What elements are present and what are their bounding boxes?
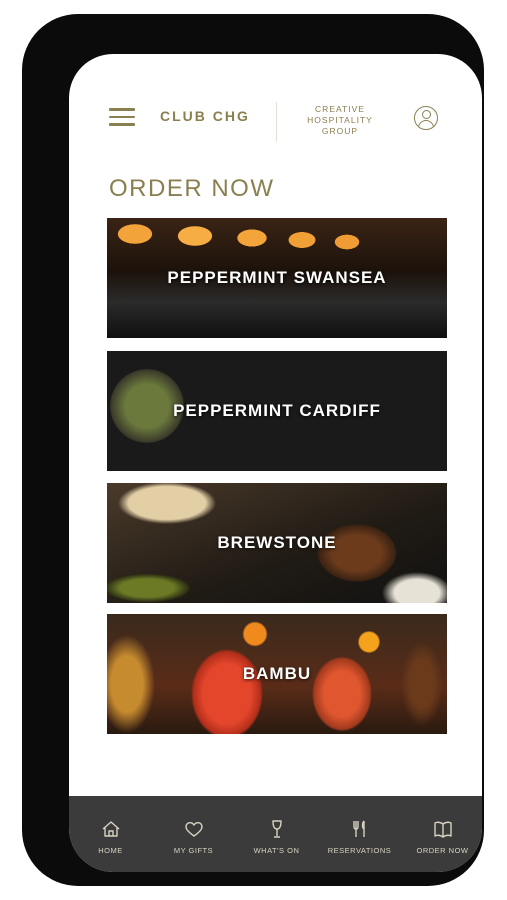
- group-logo-line: HOSPITALITY: [307, 115, 373, 125]
- page-title: ORDER NOW: [109, 175, 275, 202]
- heart-icon: [184, 822, 203, 837]
- hamburger-menu-icon[interactable]: [109, 108, 135, 126]
- nav-item-reservations[interactable]: RESERVATIONS: [318, 796, 401, 872]
- venue-label: BAMBU: [242, 664, 312, 683]
- venue-tile-brewstone[interactable]: BREWSTONE: [107, 483, 447, 603]
- nav-label: HOME: [98, 846, 123, 855]
- venue-tile-peppermint-swansea[interactable]: PEPPERMINT SWANSEA: [107, 218, 447, 338]
- nav-item-my-gifts[interactable]: MY GIFTS: [152, 796, 235, 872]
- wine-glass-icon: [271, 820, 282, 838]
- nav-label: WHAT'S ON: [253, 846, 300, 855]
- venue-tile-peppermint-cardiff[interactable]: PEPPERMINT CARDIFF: [107, 351, 447, 471]
- nav-label: MY GIFTS: [173, 846, 214, 855]
- bottom-nav: HOME MY GIFTS WHAT'S ON RESERVATIONS ORD…: [69, 796, 482, 872]
- venue-tile-bambu[interactable]: BAMBU: [107, 614, 447, 734]
- nav-item-order-now[interactable]: ORDER NOW: [401, 796, 482, 872]
- nav-label: RESERVATIONS: [327, 846, 392, 855]
- header-divider: [276, 102, 277, 142]
- app-header: CLUB CHG CREATIVE HOSPITALITY GROUP: [69, 54, 482, 174]
- group-logo: CREATIVE HOSPITALITY GROUP: [294, 104, 386, 137]
- home-icon: [102, 821, 119, 837]
- cutlery-icon: [352, 820, 365, 837]
- nav-item-whats-on[interactable]: WHAT'S ON: [235, 796, 318, 872]
- nav-label: ORDER NOW: [416, 846, 469, 855]
- nav-item-home[interactable]: HOME: [69, 796, 152, 872]
- app-screen: CLUB CHG CREATIVE HOSPITALITY GROUP ORDE…: [69, 54, 482, 872]
- venue-label: PEPPERMINT CARDIFF: [173, 401, 381, 420]
- venue-label: PEPPERMINT SWANSEA: [167, 268, 387, 287]
- user-account-icon[interactable]: [414, 106, 438, 130]
- brand-title: CLUB CHG: [160, 108, 250, 124]
- book-menu-icon: [433, 821, 452, 838]
- phone-frame: CLUB CHG CREATIVE HOSPITALITY GROUP ORDE…: [22, 14, 484, 886]
- group-logo-line: GROUP: [321, 126, 359, 136]
- group-logo-line: CREATIVE: [315, 104, 365, 114]
- venue-label: BREWSTONE: [217, 533, 337, 552]
